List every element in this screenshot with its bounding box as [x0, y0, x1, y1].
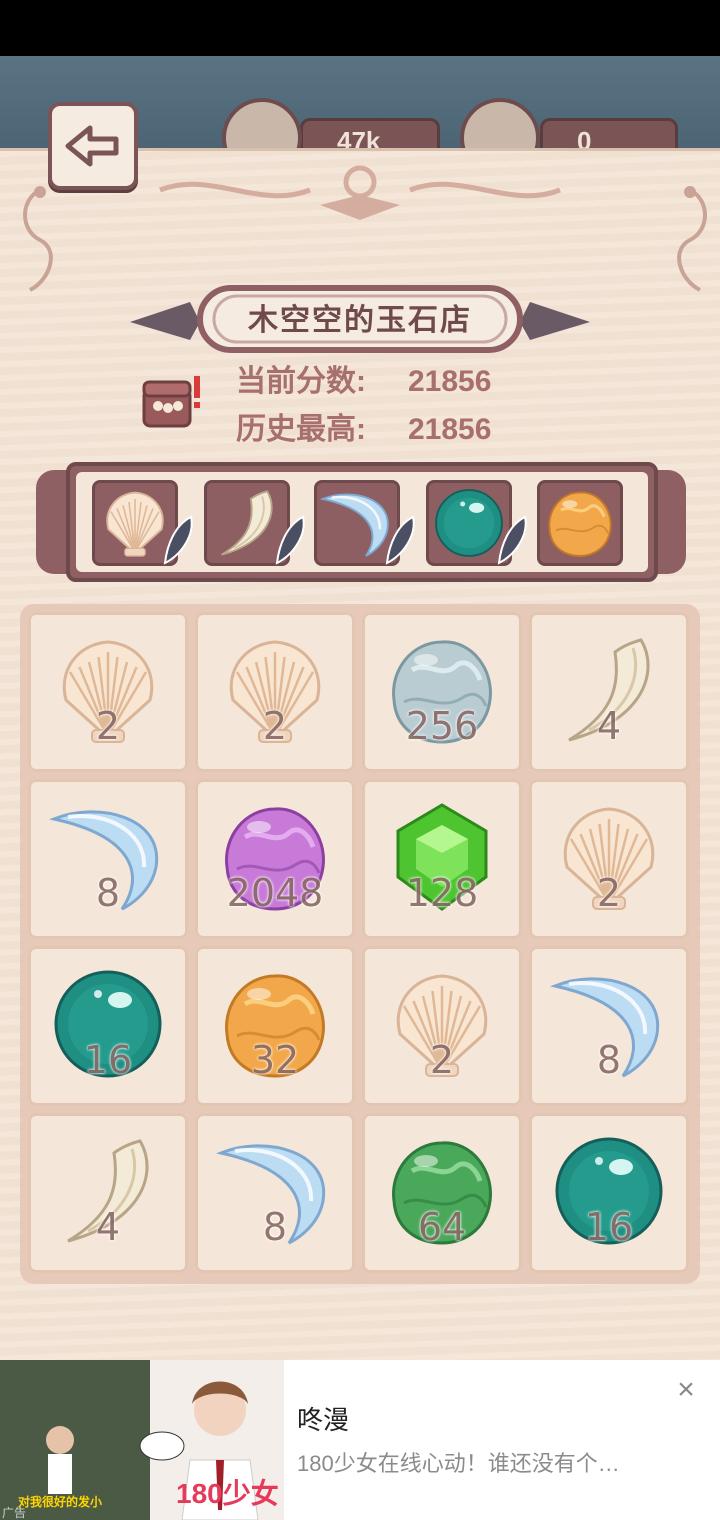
ad-banner[interactable]: 180少女 对我很好的发小 广告 咚漫 180少女在线心动！谁还没有个… ×	[0, 1360, 720, 1520]
sequence-slot-crescent	[314, 480, 415, 566]
tile-value: 32	[250, 1038, 300, 1082]
board-cell[interactable]: 4	[529, 612, 689, 772]
tile-value: 2	[262, 704, 288, 748]
tile-value: 64	[417, 1205, 467, 1249]
tile-value: 16	[83, 1038, 133, 1082]
ad-badge: 180少女	[176, 1478, 279, 1509]
best-score-value: 21856	[408, 413, 492, 446]
gem-orange-icon	[548, 491, 612, 557]
board-cell[interactable]: 64	[362, 1113, 522, 1273]
best-score-row: 历史最高: 21856	[236, 408, 491, 452]
status-bar	[0, 0, 720, 56]
tile-value: 2	[596, 871, 622, 915]
tile-value: 2048	[226, 871, 324, 915]
board-cell[interactable]: 2	[529, 779, 689, 939]
board-cell[interactable]: 2	[362, 946, 522, 1106]
ad-tag: 广告	[2, 1506, 27, 1520]
sequence-slot-gem-orange	[537, 480, 623, 566]
ad-image[interactable]: 180少女 对我很好的发小 广告	[0, 1360, 284, 1520]
current-score-value: 21856	[408, 365, 492, 398]
tile-value: 4	[95, 1205, 121, 1249]
board-cell[interactable]: 16	[28, 946, 188, 1106]
sequence-slot-shell	[92, 480, 193, 566]
board-cell[interactable]: 2	[195, 612, 355, 772]
feather-icon	[275, 515, 305, 565]
tile-value: 2	[95, 704, 121, 748]
arrow-left-icon	[65, 125, 119, 167]
tile-value: 2	[429, 1038, 455, 1082]
back-button[interactable]	[48, 102, 138, 190]
shop-title: 木空空的玉石店	[248, 304, 472, 337]
board-cell[interactable]: 2	[28, 612, 188, 772]
top-ornament-icon	[159, 165, 561, 220]
tile-value: 256	[405, 704, 479, 748]
current-score-row: 当前分数: 21856	[236, 360, 491, 404]
tile-value: 8	[596, 1038, 622, 1082]
feather-icon	[163, 515, 193, 565]
feather-icon	[497, 515, 527, 565]
tile-value: 16	[584, 1205, 634, 1249]
board-cell[interactable]: 32	[195, 946, 355, 1106]
tile-value: 4	[596, 704, 622, 748]
board-cell[interactable]: 4	[28, 1113, 188, 1273]
board-cell[interactable]: 8	[195, 1113, 355, 1273]
sequence-slot-claw	[204, 480, 305, 566]
current-score-label: 当前分数:	[236, 365, 366, 398]
treasure-chest-icon	[142, 376, 200, 428]
ad-title[interactable]: 咚漫	[297, 1400, 349, 1437]
board-cell[interactable]: 128	[362, 779, 522, 939]
tile-value: 8	[95, 871, 121, 915]
ad-caption: 对我很好的发小	[18, 1495, 103, 1509]
tile-value: 128	[405, 871, 479, 915]
board-cell[interactable]: 2048	[195, 779, 355, 939]
tile-value: 8	[262, 1205, 288, 1249]
best-score-label: 历史最高:	[236, 413, 366, 446]
feather-icon	[385, 515, 415, 565]
sequence-slot-pearl	[426, 480, 527, 566]
close-icon[interactable]: ×	[672, 1375, 700, 1405]
corner-ornament-left-icon	[23, 186, 53, 292]
ad-description[interactable]: 180少女在线心动！谁还没有个…	[297, 1446, 620, 1478]
board-cell[interactable]: 8	[28, 779, 188, 939]
board-cell[interactable]: 256	[362, 612, 522, 772]
board-cell[interactable]: 16	[529, 1113, 689, 1273]
board-cell[interactable]: 8	[529, 946, 689, 1106]
corner-ornament-right-icon	[677, 186, 707, 292]
